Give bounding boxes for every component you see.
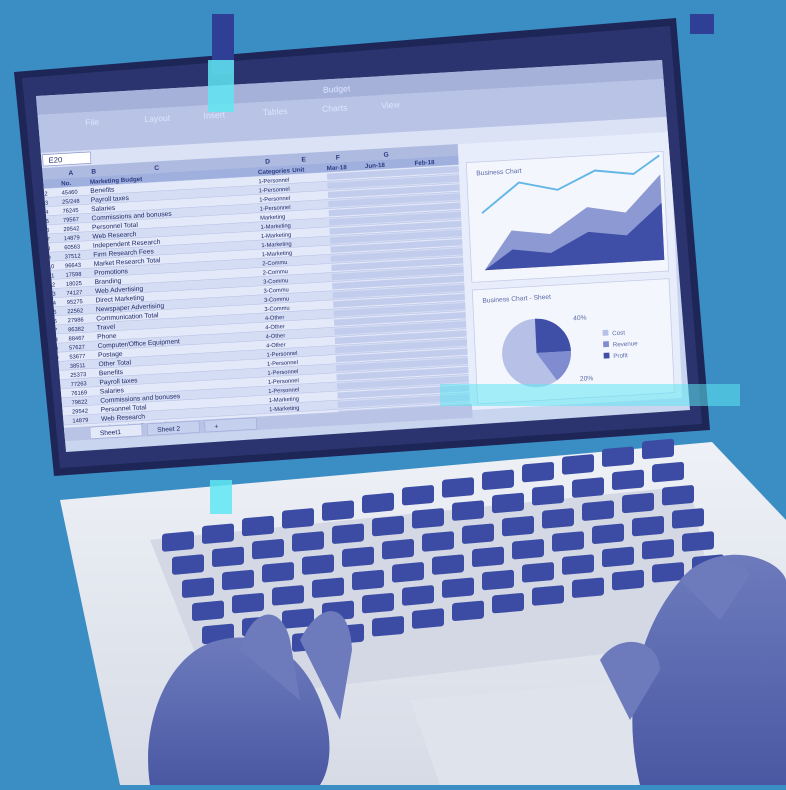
photo-canvas: Budget File Layout Insert Tables Charts View … <box>0 0 786 785</box>
table-cell[interactable]: 17598 <box>65 272 81 279</box>
table-cell[interactable]: 79567 <box>63 217 79 224</box>
header-cell: Jun-18 <box>365 162 386 170</box>
table-cell[interactable]: 95275 <box>67 299 83 306</box>
glitch-bar <box>690 14 714 34</box>
table-cell[interactable]: 60563 <box>64 244 80 251</box>
table-cell[interactable]: 25/248 <box>62 199 80 206</box>
sheet-tab[interactable]: Sheet1 <box>100 429 122 437</box>
table-cell[interactable]: 74127 <box>66 290 82 297</box>
pie-label-1: 40% <box>573 315 587 323</box>
pie-label-2: 20% <box>580 375 594 383</box>
sheet-tab[interactable]: + <box>214 423 218 430</box>
table-cell[interactable]: 29542 <box>72 409 88 416</box>
row-number: 2 <box>44 191 47 197</box>
table-cell[interactable]: 27986 <box>68 317 84 324</box>
header-cell: Mar-18 <box>327 164 348 172</box>
ribbon-tab-layout[interactable]: Layout <box>144 113 171 124</box>
table-cell[interactable]: 18025 <box>66 281 82 288</box>
table-cell[interactable]: Travel <box>97 324 116 332</box>
table-cell[interactable]: 96643 <box>65 263 81 270</box>
glitch-bar <box>208 60 234 112</box>
ribbon-tab-charts[interactable]: Charts <box>322 102 348 113</box>
header-cell: No. <box>61 180 72 188</box>
table-cell[interactable]: 77263 <box>71 381 87 388</box>
table-cell[interactable]: 25373 <box>70 372 86 379</box>
column-header[interactable]: B <box>91 169 96 176</box>
table-cell[interactable]: 29542 <box>63 226 79 233</box>
column-header[interactable]: F <box>336 154 340 161</box>
table-cell[interactable]: 79622 <box>71 399 87 406</box>
header-cell: Feb-18 <box>414 159 435 167</box>
row-number: 3 <box>45 201 48 207</box>
legend-item: Cost <box>612 330 625 338</box>
laptop-photo: Budget File Layout Insert Tables Charts View … <box>0 0 786 785</box>
table-cell[interactable]: 88467 <box>68 336 84 343</box>
ribbon-tab-view[interactable]: View <box>381 99 401 110</box>
legend-item: Profit <box>613 352 628 360</box>
legend-item: Revenue <box>613 340 639 348</box>
column-header[interactable]: D <box>265 159 270 166</box>
table-cell[interactable]: 76245 <box>62 208 78 215</box>
table-cell[interactable]: 57627 <box>69 345 85 352</box>
table-cell[interactable]: 14879 <box>64 235 80 242</box>
table-cell[interactable]: 53677 <box>69 354 85 361</box>
table-cell[interactable]: 22562 <box>67 308 83 315</box>
glitch-bar <box>440 384 740 406</box>
table-cell[interactable]: 38511 <box>70 363 86 370</box>
table-cell[interactable]: 76169 <box>71 390 87 397</box>
name-box[interactable]: E20 <box>48 155 62 165</box>
window-title: Budget <box>323 83 351 95</box>
table-cell[interactable]: 45460 <box>62 190 78 197</box>
column-header[interactable]: A <box>68 170 73 177</box>
table-cell[interactable]: Phone <box>97 333 117 341</box>
column-header[interactable]: C <box>154 165 159 172</box>
table-cell[interactable]: 14879 <box>72 418 88 425</box>
table-cell[interactable]: 37512 <box>65 254 81 261</box>
sheet-tab[interactable]: Sheet 2 <box>157 426 181 434</box>
ribbon-tab-file[interactable]: File <box>85 117 100 128</box>
glitch-bar <box>210 480 232 514</box>
column-header[interactable]: G <box>383 152 389 159</box>
table-cell[interactable]: 86382 <box>68 327 84 334</box>
ribbon-tab-tables[interactable]: Tables <box>263 106 288 117</box>
header-cell: Unit <box>292 167 304 175</box>
